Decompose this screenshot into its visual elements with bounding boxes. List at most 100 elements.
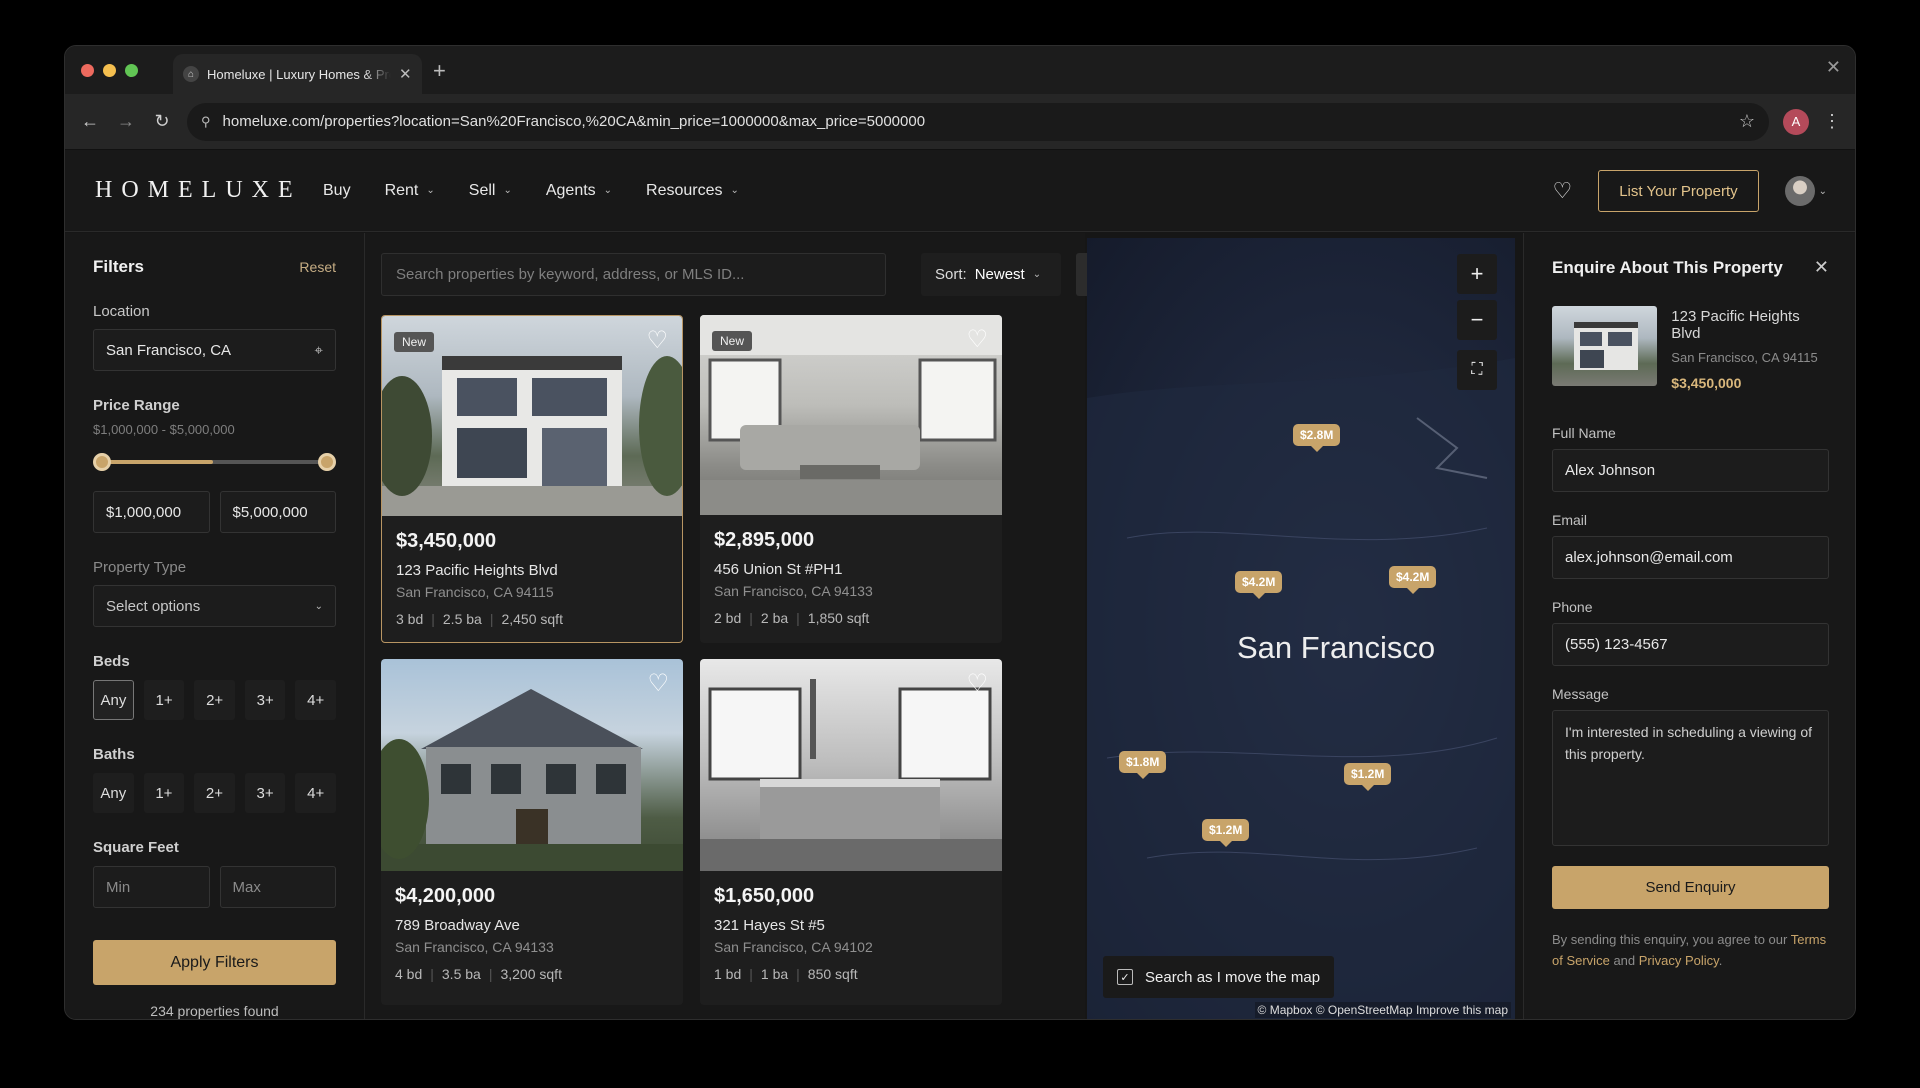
property-price: $2,895,000: [714, 529, 815, 551]
apply-filters-button[interactable]: Apply Filters: [93, 940, 336, 985]
property-card[interactable]: ♡ $4,200,000 789 Broadway Ave San Franci…: [381, 659, 683, 1005]
beds-option-1[interactable]: 1+: [143, 680, 185, 720]
sort-value: Newest: [974, 266, 1025, 283]
user-menu[interactable]: ⌄: [1784, 176, 1827, 206]
message-textarea[interactable]: I'm interested in scheduling a viewing o…: [1552, 710, 1829, 846]
filters-panel: Filters Reset Location San Francisco, CA…: [65, 233, 365, 1019]
house-illustration: [1574, 322, 1638, 370]
price-range-slider[interactable]: [93, 451, 336, 473]
price-marker[interactable]: $2.8M: [1293, 424, 1341, 452]
baths-option-4[interactable]: 4+: [295, 773, 336, 813]
chevron-down-icon: ⌄: [603, 185, 613, 196]
send-enquiry-button[interactable]: Send Enquiry: [1552, 866, 1829, 909]
reset-filters-link[interactable]: Reset: [299, 259, 336, 275]
nav-item-sell[interactable]: Sell ⌄: [469, 182, 512, 200]
beds-count: 4 bd: [395, 966, 423, 982]
price-marker[interactable]: $1.8M: [1119, 751, 1167, 779]
browser-profile-avatar[interactable]: A: [1783, 108, 1809, 135]
property-thumbnail: [1552, 306, 1658, 386]
price-marker[interactable]: $1.2M: [1202, 819, 1250, 847]
browser-tab[interactable]: ⌂ Homeluxe | Luxury Homes & Properties ✕: [173, 54, 422, 94]
favorites-heart-icon[interactable]: ♡: [1552, 178, 1572, 204]
site-info-icon[interactable]: ⚲: [201, 114, 211, 130]
nav-label: Agents: [545, 181, 596, 199]
list-property-button[interactable]: List Your Property: [1598, 170, 1759, 212]
property-specs: 4 bd | 3.5 ba | 3,200 sqft: [395, 966, 562, 982]
property-card[interactable]: ♡ $1,650,000 321 Hayes St #5 San Francis…: [700, 659, 1002, 1005]
tab-close-icon[interactable]: ✕: [399, 65, 412, 83]
slider-max-handle[interactable]: [318, 453, 336, 471]
close-icon[interactable]: ✕: [1814, 257, 1829, 278]
sort-dropdown[interactable]: Sort: Newest ⌄: [921, 253, 1061, 296]
fullscreen-icon[interactable]: ⛶: [1457, 350, 1497, 390]
nav-item-buy[interactable]: Buy: [323, 182, 351, 200]
full-name-field[interactable]: Alex Johnson: [1552, 449, 1829, 492]
price-marker[interactable]: $4.2M: [1389, 566, 1437, 594]
property-photo: ♡: [381, 659, 683, 871]
zoom-out-button[interactable]: −: [1457, 300, 1497, 340]
property-card[interactable]: New ♡ $2,895,000 456 Union St #PH1 San F…: [700, 315, 1002, 643]
enquiry-property-name: 123 Pacific Heights Blvd: [1671, 308, 1800, 342]
map-city-label: San Francisco: [1237, 630, 1436, 665]
price-marker[interactable]: $4.2M: [1235, 571, 1283, 599]
improve-map-link[interactable]: Improve this map: [1416, 1003, 1508, 1017]
site-logo[interactable]: HOMELUXE: [95, 177, 315, 204]
phone-field[interactable]: (555) 123-4567: [1552, 623, 1829, 666]
close-icon[interactable]: ✕: [1826, 57, 1841, 78]
location-value: San Francisco, CA: [106, 341, 232, 359]
placeholder-text: Max: [232, 878, 261, 896]
address-bar-row: ← → ↻ ⚲ homeluxe.com/properties?location…: [65, 94, 1855, 150]
property-card[interactable]: New ♡ $3,450,000 123 Pacific Heights Blv…: [381, 315, 683, 643]
minimize-window-button[interactable]: [103, 64, 116, 77]
zoom-in-button[interactable]: +: [1457, 254, 1497, 294]
nav-item-agents[interactable]: Agents ⌄: [546, 182, 612, 200]
slider-min-handle[interactable]: [93, 453, 111, 471]
more-menu-icon[interactable]: ⋮: [1823, 111, 1841, 132]
max-price-input[interactable]: $5,000,000: [219, 491, 336, 533]
search-on-move-toggle[interactable]: ✓ Search as I move the map: [1103, 956, 1335, 998]
new-tab-icon[interactable]: +: [433, 58, 446, 84]
property-map[interactable]: San Francisco $2.8M $4.2M $4.2M $1.8M $1…: [1087, 238, 1515, 1019]
search-input[interactable]: Search properties by keyword, address, o…: [381, 253, 886, 296]
beds-option-2[interactable]: 2+: [194, 680, 235, 720]
email-field[interactable]: alex.johnson@email.com: [1552, 536, 1829, 579]
baths-option-3[interactable]: 3+: [244, 773, 286, 813]
baths-option-1[interactable]: 1+: [143, 773, 185, 813]
enquiry-title: Enquire About This Property: [1552, 257, 1783, 277]
favorite-heart-icon[interactable]: ♡: [966, 669, 988, 698]
maximize-window-button[interactable]: [125, 64, 138, 77]
back-arrow-icon[interactable]: ←: [79, 111, 101, 132]
forward-arrow-icon[interactable]: →: [115, 111, 137, 132]
price-marker[interactable]: $1.2M: [1344, 763, 1392, 791]
locate-crosshair-icon[interactable]: ⌖: [315, 342, 323, 359]
privacy-link[interactable]: Privacy Policy: [1639, 953, 1719, 968]
url-field[interactable]: ⚲ homeluxe.com/properties?location=San%2…: [187, 102, 1769, 141]
property-price: $1,650,000: [714, 885, 815, 907]
location-input[interactable]: San Francisco, CA ⌖: [93, 329, 336, 371]
nav-item-resources[interactable]: Resources ⌄: [646, 182, 739, 200]
checkbox-checked-icon[interactable]: ✓: [1117, 969, 1133, 985]
beds-option-3[interactable]: 3+: [244, 680, 286, 720]
bookmark-star-icon[interactable]: ☆: [1739, 111, 1755, 132]
sqft-min-input[interactable]: Min: [93, 866, 210, 908]
favorite-heart-icon[interactable]: ♡: [966, 325, 988, 354]
sqft-max-input[interactable]: Max: [219, 866, 336, 908]
property-type-select[interactable]: Select options ⌄: [93, 585, 336, 627]
chevron-down-icon: ⌄: [1032, 269, 1042, 280]
beds-option-4[interactable]: 4+: [295, 680, 336, 720]
price-range-label: Price Range: [93, 397, 180, 414]
new-badge: New: [712, 331, 753, 351]
browser-window: ⌂ Homeluxe | Luxury Homes & Properties ✕…: [64, 45, 1856, 1020]
baths-option-any[interactable]: Any: [93, 773, 134, 813]
beds-option-any[interactable]: Any: [93, 680, 134, 720]
property-specs: 2 bd | 2 ba | 1,850 sqft: [714, 610, 870, 626]
reload-icon[interactable]: ↻: [151, 111, 173, 132]
nav-item-rent[interactable]: Rent ⌄: [385, 182, 435, 200]
property-address: 123 Pacific Heights Blvd: [396, 562, 558, 579]
baths-option-2[interactable]: 2+: [194, 773, 235, 813]
min-price-input[interactable]: $1,000,000: [93, 491, 210, 533]
search-placeholder: Search properties by keyword, address, o…: [396, 266, 745, 283]
favorite-heart-icon[interactable]: ♡: [646, 326, 668, 355]
favorite-heart-icon[interactable]: ♡: [647, 669, 669, 698]
close-window-button[interactable]: [81, 64, 94, 77]
